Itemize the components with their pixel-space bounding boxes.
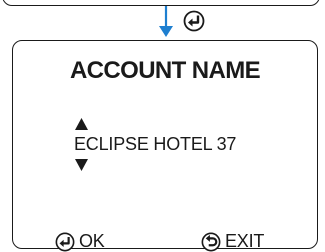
exit-label: EXIT (225, 231, 265, 251)
enter-key-icon (55, 232, 75, 251)
back-key-icon (201, 232, 221, 251)
ok-label: OK (79, 231, 105, 251)
exit-action[interactable]: EXIT (201, 231, 264, 252)
enter-key-icon[interactable] (183, 10, 205, 32)
account-name-value[interactable]: ECLIPSE HOTEL 37 (74, 134, 236, 155)
screen-title: ACCOUNT NAME (69, 57, 261, 84)
down-arrow-icon (159, 6, 173, 37)
account-name-screen: ACCOUNT NAME ECLIPSE HOTEL 37 OK EXIT (12, 40, 318, 252)
scroll-down-icon[interactable] (75, 159, 88, 171)
scroll-up-icon[interactable] (75, 118, 88, 130)
ok-action[interactable]: OK (55, 231, 105, 252)
